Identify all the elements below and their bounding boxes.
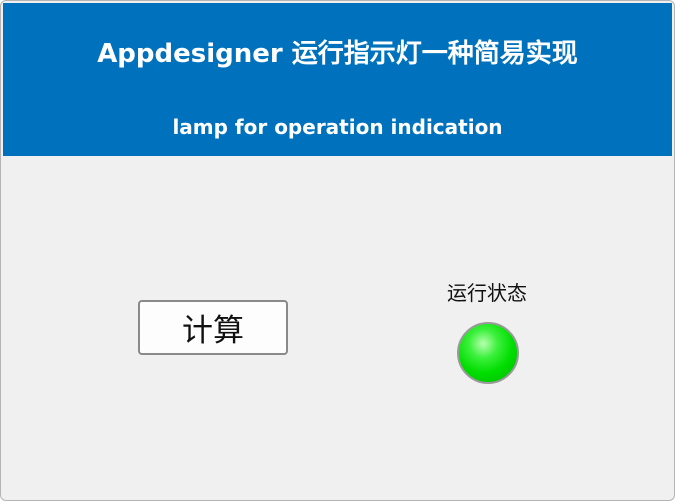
calculate-button[interactable]: 计算	[138, 300, 288, 355]
header-banner: Appdesigner 运行指示灯一种简易实现 lamp for operati…	[3, 3, 672, 156]
lamp-label: 运行状态	[447, 281, 527, 305]
status-lamp-icon	[457, 322, 519, 384]
app-title: Appdesigner 运行指示灯一种简易实现	[97, 39, 578, 69]
app-subtitle: lamp for operation indication	[172, 115, 503, 139]
app-window: Appdesigner 运行指示灯一种简易实现 lamp for operati…	[0, 0, 675, 501]
